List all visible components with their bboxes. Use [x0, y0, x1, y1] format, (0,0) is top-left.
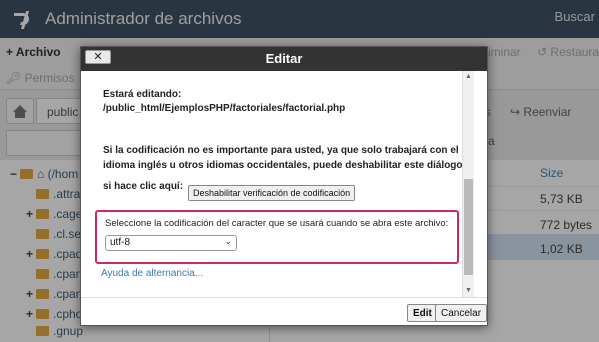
dialog-title: Editar — [265, 51, 303, 66]
edit-dialog: Editar ✕ Estará editando: /public_html/E… — [80, 46, 488, 326]
encoding-highlight: Seleccione la codificación del caracter … — [95, 210, 459, 264]
info-line-1: Si la codificación no es importante para… — [103, 145, 459, 156]
info-line-2: idioma inglés u otros idiomas occidental… — [103, 160, 463, 171]
scroll-down-icon[interactable]: ▼ — [463, 285, 474, 297]
editing-path: /public_html/EjemplosPHP/factoriales/fac… — [103, 103, 346, 114]
encoding-select[interactable]: utf-8 ⌄ — [105, 235, 237, 251]
cancel-button[interactable]: Cancelar — [435, 304, 488, 322]
disable-encoding-check-button[interactable]: Deshabilitar verificación de codificació… — [188, 185, 356, 201]
dialog-footer: Edit Cancelar — [81, 297, 488, 325]
encoding-value: utf-8 — [110, 237, 131, 248]
chevron-down-icon: ⌄ — [224, 236, 232, 246]
scroll-thumb[interactable] — [464, 179, 473, 275]
edit-button[interactable]: Edit — [407, 304, 438, 322]
dialog-scrollbar[interactable]: ▲ ▼ — [462, 71, 474, 297]
close-icon[interactable]: ✕ — [85, 50, 111, 64]
help-toggle-link[interactable]: Ayuda de alternancia... — [101, 268, 203, 279]
click-here-label: si hace clic aquí: — [103, 181, 184, 192]
encoding-label: Seleccione la codificación del caracter … — [105, 218, 449, 229]
scroll-up-icon[interactable]: ▲ — [463, 71, 474, 83]
dialog-header: Editar ✕ — [81, 47, 487, 71]
